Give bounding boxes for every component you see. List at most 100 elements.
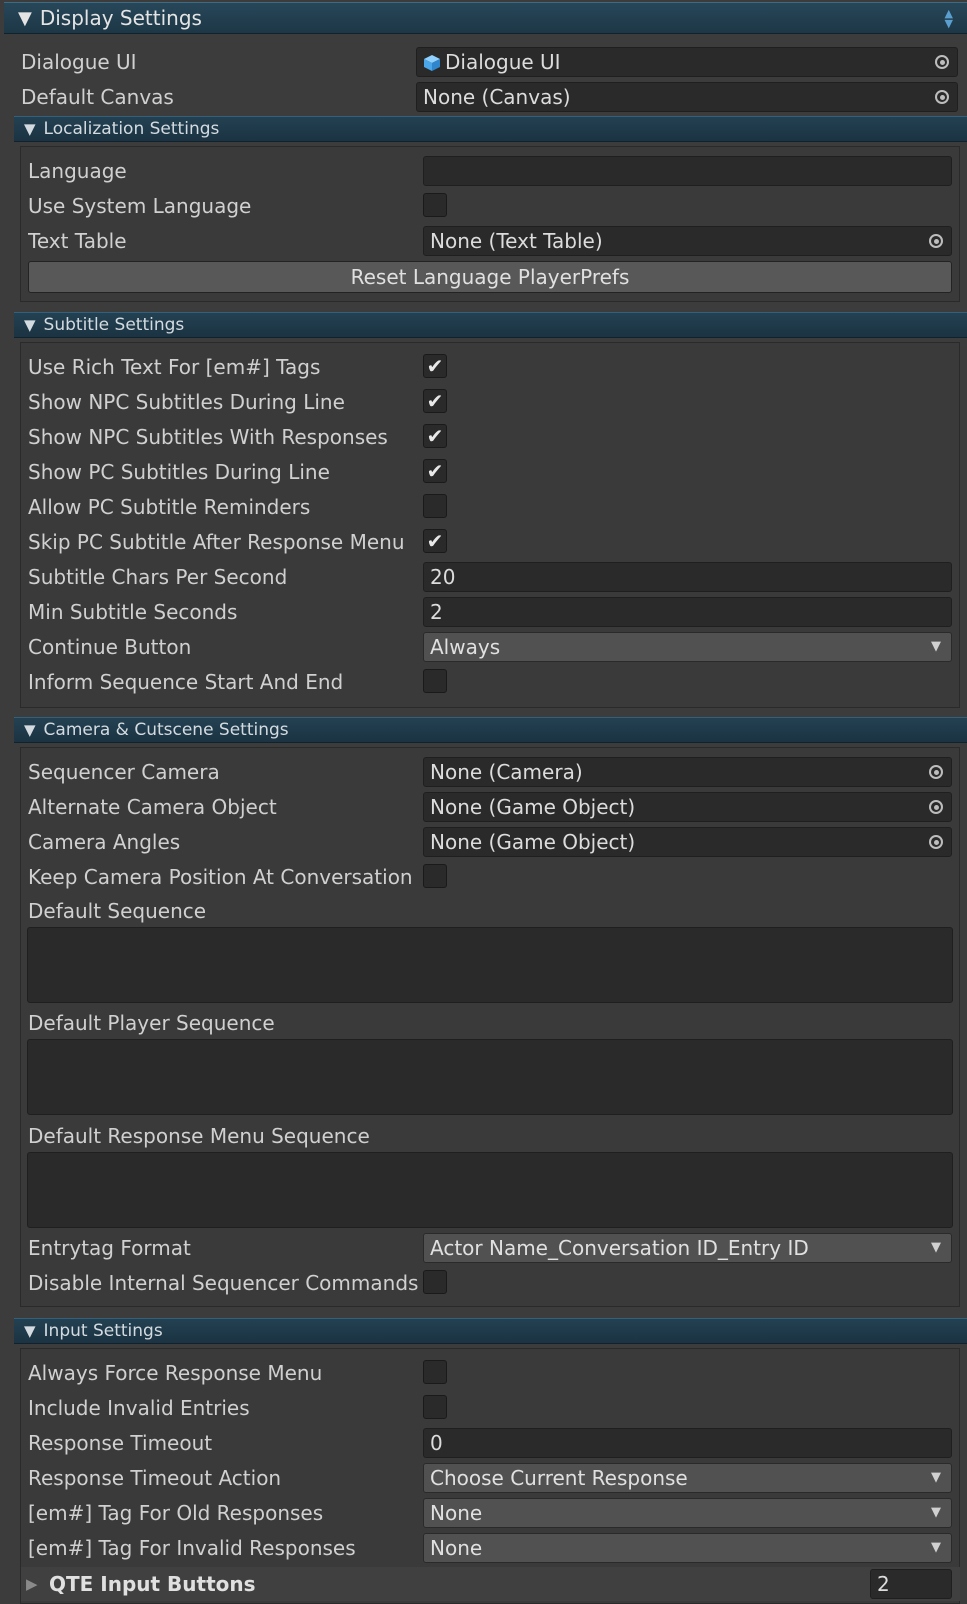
use-system-language-checkbox[interactable] (423, 193, 447, 217)
input-settings-title: Input Settings (43, 1321, 163, 1341)
language-label: Language (28, 159, 127, 183)
foldout-closed-icon[interactable]: ▶ (26, 1569, 38, 1599)
allow-pc-subtitle-reminders-checkbox[interactable] (423, 494, 447, 518)
always-force-response-menu-label: Always Force Response Menu (28, 1361, 323, 1385)
inform-sequence-label: Inform Sequence Start And End (28, 670, 344, 694)
subtitle-settings-header[interactable]: ▼ Subtitle Settings (14, 312, 967, 338)
alternate-camera-field[interactable]: None (Game Object) (423, 792, 952, 822)
display-settings-title: Display Settings (39, 6, 202, 30)
camera-angles-value: None (Game Object) (430, 830, 636, 854)
inform-sequence-checkbox[interactable] (423, 669, 447, 693)
keep-camera-position-checkbox[interactable] (423, 864, 447, 888)
always-force-response-menu-checkbox[interactable] (423, 1360, 447, 1384)
response-timeout-action-label: Response Timeout Action (28, 1466, 282, 1490)
text-table-label: Text Table (28, 229, 127, 253)
continue-button-label: Continue Button (28, 635, 192, 659)
localization-settings-title: Localization Settings (43, 119, 220, 139)
foldout-open-icon: ▼ (24, 316, 36, 334)
tag-invalid-responses-dropdown[interactable]: None ▼ (423, 1533, 952, 1563)
default-response-menu-sequence-label: Default Response Menu Sequence (28, 1124, 370, 1148)
keep-camera-position-label: Keep Camera Position At Conversation End (28, 865, 420, 889)
subtitle-settings-title: Subtitle Settings (43, 315, 185, 335)
object-picker-icon[interactable] (921, 793, 951, 821)
dropdown-arrow-icon: ▼ (931, 1240, 941, 1255)
object-picker-icon[interactable] (921, 828, 951, 856)
sort-arrows-icon[interactable]: ▲ ▼ (945, 8, 953, 29)
min-subtitle-seconds-input[interactable]: 2 (423, 597, 952, 627)
alternate-camera-label: Alternate Camera Object (28, 795, 277, 819)
language-input[interactable] (423, 156, 952, 186)
response-timeout-input[interactable]: 0 (423, 1428, 952, 1458)
object-picker-icon[interactable] (921, 758, 951, 786)
subtitle-row-label: Use Rich Text For [em#] Tags (28, 355, 321, 379)
prefab-cube-icon (424, 55, 440, 71)
alternate-camera-value: None (Game Object) (430, 795, 636, 819)
default-response-menu-sequence-textarea[interactable] (27, 1152, 953, 1228)
entrytag-format-label: Entrytag Format (28, 1236, 191, 1260)
default-sequence-textarea[interactable] (27, 927, 953, 1003)
reset-language-playerprefs-button[interactable]: Reset Language PlayerPrefs (28, 261, 952, 293)
response-timeout-label: Response Timeout (28, 1431, 213, 1455)
use-system-language-label: Use System Language (28, 194, 252, 218)
display-settings-header[interactable]: ▼ Display Settings ▲ ▼ (4, 2, 967, 34)
tag-old-responses-value: None (430, 1501, 483, 1525)
subtitle-row-label: Skip PC Subtitle After Response Menu (28, 530, 405, 554)
subtitle-chars-per-second-input[interactable]: 20 (423, 562, 952, 592)
skip-pc-subtitle-checkbox[interactable]: ✔ (423, 529, 447, 553)
show-npc-subtitles-during-line-checkbox[interactable]: ✔ (423, 389, 447, 413)
default-sequence-label: Default Sequence (28, 899, 207, 923)
qte-input-buttons-label: QTE Input Buttons (49, 1572, 256, 1596)
include-invalid-entries-checkbox[interactable] (423, 1395, 447, 1419)
sequencer-camera-value: None (Camera) (430, 760, 583, 784)
subtitle-row-label: Allow PC Subtitle Reminders (28, 495, 311, 519)
tag-invalid-responses-value: None (430, 1536, 483, 1560)
entrytag-format-dropdown[interactable]: Actor Name_Conversation ID_Entry ID ▼ (423, 1233, 952, 1263)
sequencer-camera-field[interactable]: None (Camera) (423, 757, 952, 787)
subtitle-chars-per-second-label: Subtitle Chars Per Second (28, 565, 288, 589)
dialogue-ui-value: Dialogue UI (445, 50, 561, 74)
camera-settings-header[interactable]: ▼ Camera & Cutscene Settings (14, 717, 967, 743)
camera-settings-title: Camera & Cutscene Settings (43, 720, 289, 740)
foldout-open-icon: ▼ (24, 1322, 36, 1340)
default-player-sequence-label: Default Player Sequence (28, 1011, 275, 1035)
default-canvas-field[interactable]: None (Canvas) (416, 82, 958, 112)
subtitle-row-label: Show NPC Subtitles During Line (28, 390, 345, 414)
text-table-field[interactable]: None (Text Table) (423, 226, 952, 256)
text-table-value: None (Text Table) (430, 229, 603, 253)
subtitle-row-label: Show PC Subtitles During Line (28, 460, 330, 484)
dropdown-arrow-icon: ▼ (931, 1505, 941, 1520)
localization-settings-header[interactable]: ▼ Localization Settings (14, 116, 967, 142)
sequencer-camera-label: Sequencer Camera (28, 760, 220, 784)
camera-angles-field[interactable]: None (Game Object) (423, 827, 952, 857)
use-rich-text-checkbox[interactable]: ✔ (423, 354, 447, 378)
camera-angles-label: Camera Angles (28, 830, 181, 854)
foldout-open-icon: ▼ (18, 7, 32, 29)
input-settings-header[interactable]: ▼ Input Settings (14, 1318, 967, 1344)
dialogue-ui-label: Dialogue UI (21, 50, 137, 74)
entrytag-format-value: Actor Name_Conversation ID_Entry ID (430, 1236, 809, 1260)
dialogue-ui-field[interactable]: Dialogue UI (416, 47, 958, 77)
foldout-open-icon: ▼ (24, 721, 36, 739)
show-pc-subtitles-during-line-checkbox[interactable]: ✔ (423, 459, 447, 483)
tag-old-responses-label: [em#] Tag For Old Responses (28, 1501, 324, 1525)
object-picker-icon[interactable] (921, 227, 951, 255)
min-subtitle-seconds-label: Min Subtitle Seconds (28, 600, 238, 624)
object-picker-icon[interactable] (927, 48, 957, 76)
disable-internal-sequencer-checkbox[interactable] (423, 1270, 447, 1294)
dropdown-arrow-icon: ▼ (931, 639, 941, 654)
disable-internal-sequencer-label: Disable Internal Sequencer Commands (28, 1271, 419, 1295)
tag-old-responses-dropdown[interactable]: None ▼ (423, 1498, 952, 1528)
dropdown-arrow-icon: ▼ (931, 1540, 941, 1555)
qte-input-buttons-count[interactable]: 2 (870, 1569, 952, 1599)
subtitle-row-label: Show NPC Subtitles With Responses (28, 425, 388, 449)
response-timeout-action-value: Choose Current Response (430, 1466, 688, 1490)
continue-button-dropdown[interactable]: Always ▼ (423, 632, 952, 662)
tag-invalid-responses-label: [em#] Tag For Invalid Responses (28, 1536, 356, 1560)
response-timeout-action-dropdown[interactable]: Choose Current Response ▼ (423, 1463, 952, 1493)
dropdown-arrow-icon: ▼ (931, 1470, 941, 1485)
show-npc-subtitles-with-responses-checkbox[interactable]: ✔ (423, 424, 447, 448)
default-player-sequence-textarea[interactable] (27, 1039, 953, 1115)
object-picker-icon[interactable] (927, 83, 957, 111)
foldout-open-icon: ▼ (24, 120, 36, 138)
default-canvas-label: Default Canvas (21, 85, 174, 109)
